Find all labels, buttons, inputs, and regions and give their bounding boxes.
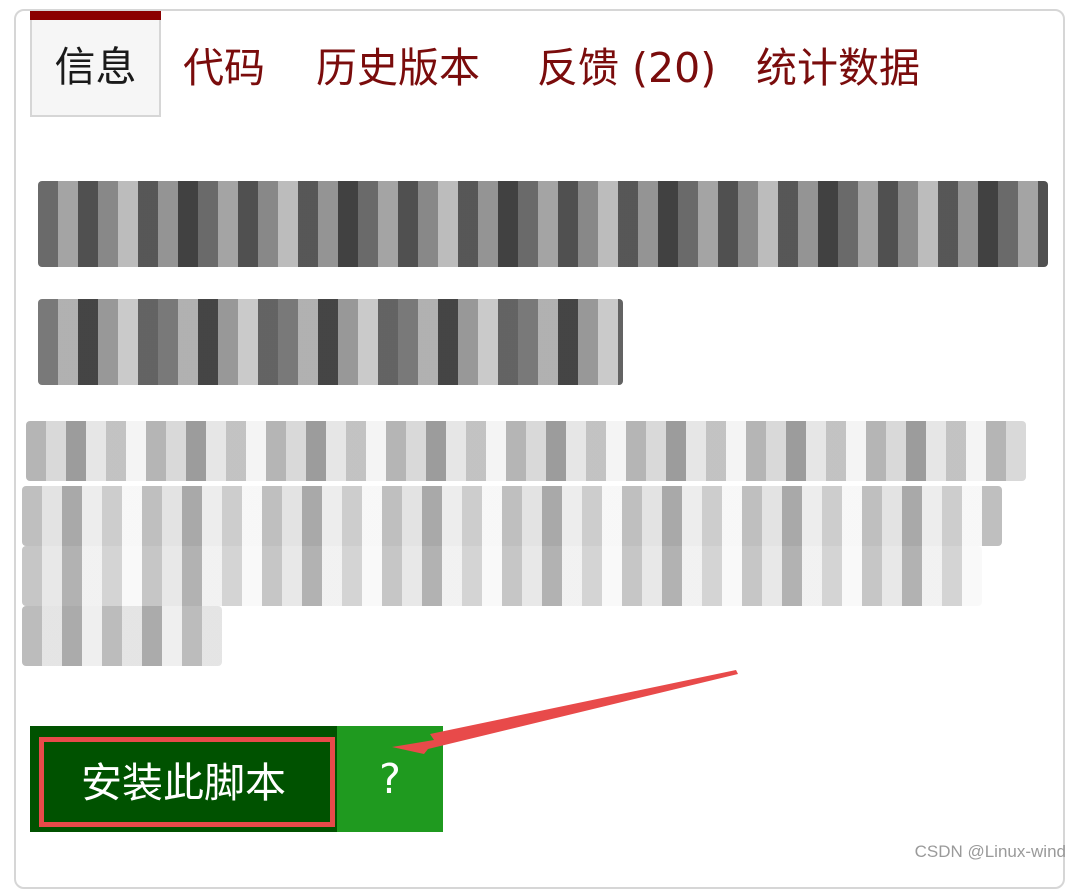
tab-feedback[interactable]: 反馈 (20) <box>537 11 716 117</box>
blurred-text-line-3 <box>22 546 982 606</box>
install-script-label: 安装此脚本 <box>81 749 286 809</box>
tab-code[interactable]: 代码 <box>183 11 265 117</box>
install-help-button[interactable]: ? <box>337 726 443 832</box>
install-script-button[interactable]: 安装此脚本 <box>30 726 337 832</box>
blurred-text-line-2 <box>22 486 1002 546</box>
blurred-title-line-1 <box>38 181 1048 267</box>
tab-stats[interactable]: 统计数据 <box>756 11 920 117</box>
tab-info[interactable]: 信息 <box>30 11 161 117</box>
tab-bar: 信息 代码 历史版本 反馈 (20) 统计数据 <box>16 11 1063 121</box>
blurred-title-line-2 <box>38 299 623 385</box>
blurred-text-line-1 <box>26 421 1026 481</box>
script-info-card: 信息 代码 历史版本 反馈 (20) 统计数据 安装此脚本 ? <box>14 9 1065 889</box>
blurred-text-line-4 <box>22 606 222 666</box>
watermark: CSDN @Linux-wind <box>915 842 1066 862</box>
install-button-group: 安装此脚本 ? <box>30 726 443 832</box>
tab-history[interactable]: 历史版本 <box>316 11 480 117</box>
pixelated-description <box>16 141 1063 681</box>
